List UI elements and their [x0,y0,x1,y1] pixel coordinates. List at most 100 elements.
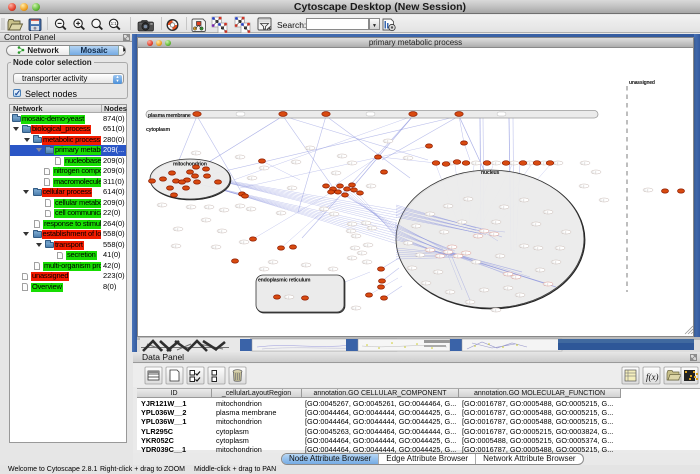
svg-text:[...]: [...] [188,205,192,209]
svg-text:[...]: [...] [473,260,477,264]
svg-text:[...]: [...] [553,260,557,264]
svg-text:[...]: [...] [555,161,559,165]
svg-text:[...]: [...] [333,171,337,175]
svg-text:[...]: [...] [501,205,505,209]
svg-text:[...]: [...] [493,308,497,312]
svg-text:[...]: [...] [203,218,207,222]
svg-text:[...]: [...] [331,212,335,216]
svg-text:[...]: [...] [527,161,531,165]
svg-text:[...]: [...] [261,166,265,170]
svg-text:[...]: [...] [249,176,253,180]
svg-text:[...]: [...] [505,286,509,290]
svg-text:[...]: [...] [545,210,549,214]
svg-text:[...]: [...] [369,226,373,230]
svg-text:[...]: [...] [541,161,545,165]
svg-text:[...]: [...] [353,306,357,310]
svg-text:[...]: [...] [447,290,451,294]
svg-text:[...]: [...] [521,198,525,202]
svg-text:[...]: [...] [435,270,439,274]
svg-text:[...]: [...] [493,161,497,165]
svg-text:[...]: [...] [497,254,501,258]
svg-text:mitochondrion: mitochondrion [173,162,207,168]
svg-text:[...]: [...] [359,251,363,255]
svg-text:[...]: [...] [175,227,179,231]
svg-text:nucleus: nucleus [481,170,500,176]
svg-text:[...]: [...] [459,220,463,224]
svg-text:[...]: [...] [159,203,163,207]
svg-text:[...]: [...] [278,211,282,215]
svg-text:[...]: [...] [368,184,372,188]
svg-text:endoplasmic reticulum: endoplasmic reticulum [258,278,311,284]
svg-text:[...]: [...] [455,254,459,258]
svg-text:[...]: [...] [533,222,537,226]
svg-text:[...]: [...] [353,234,357,238]
svg-text:[...]: [...] [409,266,413,270]
svg-text:[...]: [...] [582,161,586,165]
svg-text:[...]: [...] [517,293,521,297]
svg-text:[...]: [...] [352,246,356,250]
svg-text:[...]: [...] [293,160,297,164]
svg-text:[...]: [...] [286,295,290,299]
svg-text:[...]: [...] [505,272,509,276]
svg-text:[...]: [...] [173,244,177,248]
svg-text:[...]: [...] [237,204,241,208]
svg-text:[...]: [...] [270,260,274,264]
svg-text:[...]: [...] [206,205,210,209]
svg-text:[...]: [...] [349,256,353,260]
svg-text:[...]: [...] [221,208,225,212]
svg-text:1:1: 1:1 [111,21,117,26]
svg-text:[...]: [...] [248,207,252,211]
svg-text:cytoplasm: cytoplasm [146,127,170,133]
svg-text:[...]: [...] [339,154,343,158]
svg-text:[...]: [...] [364,260,368,264]
svg-text:[...]: [...] [445,250,449,254]
svg-text:[...]: [...] [493,220,497,224]
svg-text:[...]: [...] [593,170,597,174]
svg-text:[...]: [...] [219,229,223,233]
svg-text:[...]: [...] [449,245,453,249]
svg-text:[...]: [...] [417,253,421,257]
svg-text:[...]: [...] [557,246,561,250]
svg-text:[...]: [...] [349,222,353,226]
svg-text:[...]: [...] [405,156,409,160]
svg-text:[...]: [...] [537,268,541,272]
svg-text:[...]: [...] [348,229,352,233]
svg-text:[...]: [...] [481,229,485,233]
svg-text:[...]: [...] [385,139,389,143]
svg-text:[...]: [...] [481,288,485,292]
svg-text:[...]: [...] [349,161,353,165]
svg-text:[...]: [...] [427,248,431,252]
svg-text:[...]: [...] [535,246,539,250]
svg-text:[...]: [...] [463,251,467,255]
svg-text:[...]: [...] [193,151,197,155]
svg-text:[...]: [...] [423,281,427,285]
svg-text:[...]: [...] [321,207,325,211]
svg-text:[...]: [...] [465,197,469,201]
svg-text:[...]: [...] [473,161,477,165]
svg-text:[...]: [...] [513,275,517,279]
svg-text:plasma membrane: plasma membrane [148,113,191,119]
svg-text:[...]: [...] [303,263,307,267]
svg-text:[...]: [...] [645,188,649,192]
svg-text:[...]: [...] [241,240,245,244]
svg-text:[...]: [...] [437,254,441,258]
svg-text:[...]: [...] [475,234,479,238]
svg-text:[...]: [...] [427,212,431,216]
svg-text:[...]: [...] [581,184,585,188]
svg-text:unassigned: unassigned [629,80,655,86]
svg-text:[...]: [...] [445,204,449,208]
svg-text:[...]: [...] [491,232,495,236]
svg-text:[...]: [...] [330,267,334,271]
svg-text:[...]: [...] [563,230,567,234]
svg-text:[...]: [...] [213,245,217,249]
svg-text:[...]: [...] [521,244,525,248]
svg-text:[...]: [...] [405,241,409,245]
svg-text:[...]: [...] [467,300,471,304]
svg-text:[...]: [...] [545,282,549,286]
svg-text:[...]: [...] [261,267,265,271]
svg-text:[...]: [...] [307,146,311,150]
svg-text:[...]: [...] [441,230,445,234]
svg-text:[...]: [...] [363,221,367,225]
svg-text:f(x): f(x) [646,372,659,382]
svg-text:[...]: [...] [365,243,369,247]
